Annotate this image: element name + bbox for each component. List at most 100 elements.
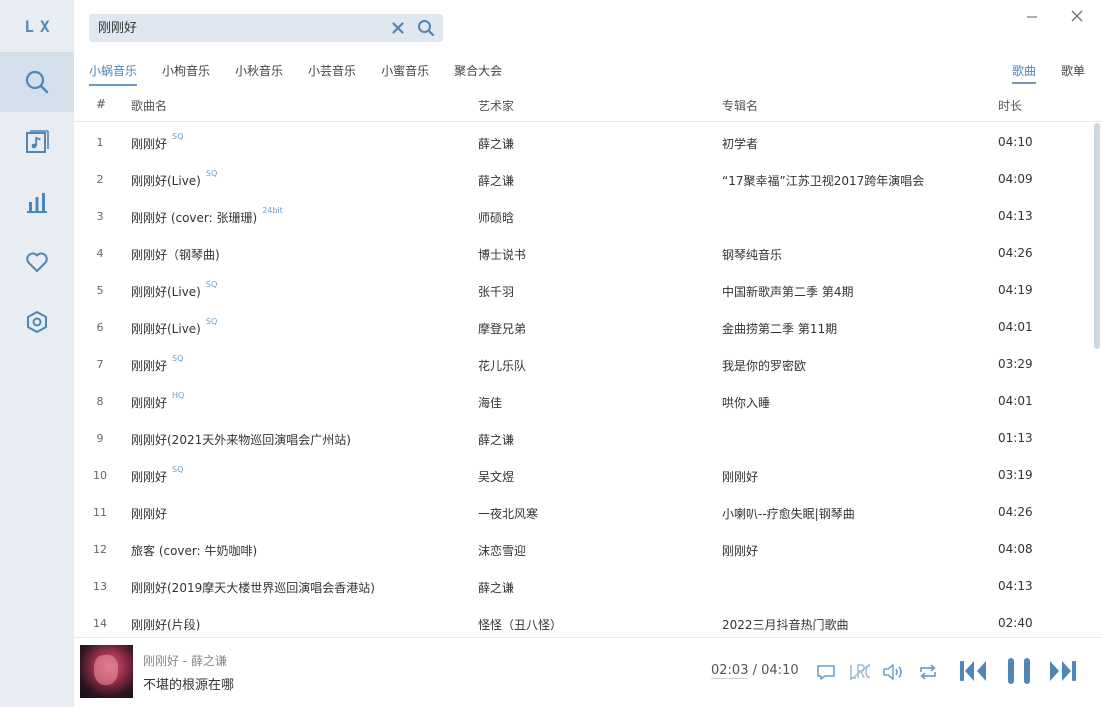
song-duration-text: 04:01	[998, 320, 1033, 334]
next-icon	[1050, 661, 1076, 681]
table-row[interactable]: 1 刚刚好 SQ 薛之谦 初学者 04:10	[74, 123, 1090, 160]
repeat-mode-button[interactable]	[917, 663, 939, 681]
song-artist[interactable]: 海佳	[478, 394, 502, 411]
sidebar-item-search[interactable]	[0, 52, 74, 112]
sidebar-item-charts[interactable]	[0, 172, 74, 232]
song-album[interactable]: 2022三月抖音热门歌曲	[722, 616, 849, 633]
song-album[interactable]: 我是你的罗密欧	[722, 357, 806, 374]
tab-source-2[interactable]: 小枸音乐	[162, 62, 210, 86]
sidebar-item-settings[interactable]	[0, 292, 74, 352]
song-list: 1 刚刚好 SQ 薛之谦 初学者 04:10 2 刚刚好(Live) SQ 薛之谦 “17聚幸福”江…	[74, 123, 1090, 637]
song-number-text: 6	[96, 321, 104, 334]
song-name-text: 刚刚好（钢琴曲)	[131, 248, 220, 262]
song-artist[interactable]: 张千羽	[478, 283, 514, 300]
scrollbar[interactable]	[1094, 123, 1100, 637]
song-duration: 04:26	[998, 246, 1033, 260]
song-duration: 04:26	[998, 505, 1033, 519]
comment-button[interactable]	[816, 663, 836, 681]
tab-source-4[interactable]: 小芸音乐	[308, 62, 356, 86]
song-album[interactable]: 哄你入睡	[722, 394, 770, 411]
table-row[interactable]: 8 刚刚好 HQ 海佳 哄你入睡 04:01	[74, 382, 1090, 419]
search-button[interactable]	[417, 19, 435, 37]
song-album[interactable]: 中国新歌声第二季 第4期	[722, 283, 853, 300]
table-row[interactable]: 9 刚刚好(2021天外来物巡回演唱会广州站) 薛之谦 01:13	[74, 419, 1090, 456]
song-duration: 04:01	[998, 320, 1033, 334]
song-album[interactable]: 刚刚好	[722, 468, 758, 485]
tab-source-3[interactable]: 小秋音乐	[235, 62, 283, 86]
song-artist-text: 薛之谦	[478, 581, 515, 595]
song-duration-text: 04:01	[998, 394, 1033, 408]
table-row[interactable]: 5 刚刚好(Live) SQ 张千羽 中国新歌声第二季 第4期 04:19	[74, 271, 1090, 308]
table-row[interactable]: 6 刚刚好(Live) SQ 摩登兄弟 金曲捞第二季 第11期 04:01	[74, 308, 1090, 345]
column-name[interactable]: 歌曲名	[131, 97, 167, 114]
song-artist[interactable]: 沫恋雪迎	[478, 542, 526, 559]
table-row[interactable]: 4 刚刚好（钢琴曲) 博士说书 钢琴纯音乐 04:26	[74, 234, 1090, 271]
scrollbar-thumb[interactable]	[1094, 123, 1100, 349]
previous-button[interactable]	[958, 658, 988, 684]
song-artist-text: 薛之谦	[478, 174, 515, 188]
pause-button[interactable]	[1005, 657, 1033, 685]
song-artist[interactable]: 摩登兄弟	[478, 320, 526, 337]
song-album[interactable]: 小喇叭--疗愈失眠|钢琴曲	[722, 505, 855, 522]
song-duration: 02:40	[998, 616, 1033, 630]
volume-button[interactable]	[882, 663, 904, 681]
table-row[interactable]: 12 旅客 (cover: 牛奶咖啡) 沫恋雪迎 刚刚好 04:08	[74, 530, 1090, 567]
sidebar-item-favorites[interactable]	[0, 232, 74, 292]
column-duration[interactable]: 时长	[998, 97, 1022, 114]
table-row[interactable]: 3 刚刚好 (cover: 张珊珊) 24bit 师硕晗 04:13	[74, 197, 1090, 234]
sidebar-item-songlist[interactable]	[0, 112, 74, 172]
song-album-text: 中国新歌声第二季 第4期	[722, 285, 854, 299]
song-duration-text: 04:26	[998, 246, 1033, 260]
now-playing-title[interactable]: 刚刚好 - 薛之谦	[143, 652, 227, 669]
song-album-text: 金曲捞第二季 第11期	[722, 322, 838, 336]
album-cover[interactable]	[80, 645, 133, 698]
table-row[interactable]: 2 刚刚好(Live) SQ 薛之谦 “17聚幸福”江苏卫视2017跨年演唱会 04:09	[74, 160, 1090, 197]
tab-source-aggregate[interactable]: 聚合大会	[454, 62, 502, 86]
song-album[interactable]: 刚刚好	[722, 542, 758, 559]
table-row[interactable]: 14 刚刚好(片段) 怪怪（丑八怪） 2022三月抖音热门歌曲 02:40	[74, 604, 1090, 637]
song-name: 旅客 (cover: 牛奶咖啡)	[131, 542, 257, 559]
column-album[interactable]: 专辑名	[722, 97, 758, 114]
table-row[interactable]: 7 刚刚好 SQ 花儿乐队 我是你的罗密欧 03:29	[74, 345, 1090, 382]
song-album-text: 2022三月抖音热门歌曲	[722, 618, 849, 632]
song-name-text: 刚刚好	[131, 396, 168, 410]
song-artist[interactable]: 薛之谦	[478, 431, 514, 448]
tab-source-1[interactable]: 小蜗音乐	[89, 62, 138, 86]
song-artist[interactable]: 吴文煜	[478, 468, 514, 485]
song-artist[interactable]: 薛之谦	[478, 135, 514, 152]
song-artist[interactable]: 薛之谦	[478, 579, 514, 596]
tab-source-5[interactable]: 小蜜音乐	[381, 62, 429, 86]
next-button[interactable]	[1048, 658, 1078, 684]
table-row[interactable]: 10 刚刚好 SQ 吴文煜 刚刚好 03:19	[74, 456, 1090, 493]
song-album[interactable]: 钢琴纯音乐	[722, 246, 782, 263]
song-artist[interactable]: 怪怪（丑八怪）	[478, 616, 562, 633]
song-number-text: 10	[93, 469, 107, 482]
song-artist[interactable]: 博士说书	[478, 246, 526, 263]
search-icon	[25, 70, 49, 94]
song-artist[interactable]: 师硕晗	[478, 209, 514, 226]
song-artist[interactable]: 花儿乐队	[478, 357, 526, 374]
time-separator: /	[752, 663, 757, 678]
tab-songs[interactable]: 歌曲	[1012, 62, 1037, 84]
song-artist[interactable]: 一夜北风寒	[478, 505, 538, 522]
close-window-button[interactable]	[1069, 8, 1085, 24]
song-artist-text: 花儿乐队	[478, 359, 527, 373]
clear-search-button[interactable]	[390, 20, 406, 36]
song-album[interactable]: 初学者	[722, 135, 758, 152]
table-row[interactable]: 11 刚刚好 一夜北风寒 小喇叭--疗愈失眠|钢琴曲 04:26	[74, 493, 1090, 530]
current-time[interactable]: 02:03	[711, 663, 749, 679]
song-duration-text: 04:10	[998, 135, 1033, 149]
song-duration: 04:09	[998, 172, 1033, 186]
column-artist[interactable]: 艺术家	[478, 97, 514, 114]
song-album-text: 刚刚好	[722, 470, 759, 484]
song-duration-text: 04:13	[998, 209, 1033, 223]
song-artist[interactable]: 薛之谦	[478, 172, 514, 189]
lyric-button[interactable]	[849, 663, 871, 681]
table-row[interactable]: 13 刚刚好(2019摩天大楼世界巡回演唱会香港站) 薛之谦 04:13	[74, 567, 1090, 604]
tab-playlists[interactable]: 歌单	[1061, 62, 1085, 84]
search-input[interactable]	[96, 14, 390, 44]
song-artist-text: 师硕晗	[478, 211, 515, 225]
song-album[interactable]: “17聚幸福”江苏卫视2017跨年演唱会	[722, 172, 924, 189]
minimize-button[interactable]	[1024, 8, 1040, 24]
song-album[interactable]: 金曲捞第二季 第11期	[722, 320, 837, 337]
